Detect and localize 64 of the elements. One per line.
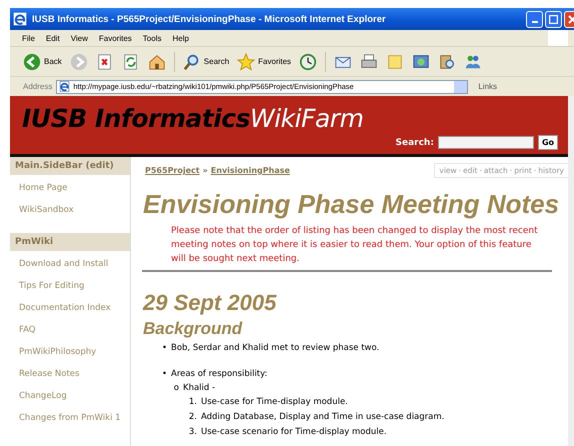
page-title: Envisioning Phase Meeting Notes <box>143 189 560 220</box>
list-item-text: Use-case for Time-display module. <box>201 396 348 409</box>
list-item-text: Khalid - <box>183 382 216 395</box>
go-button[interactable]: Go <box>538 135 558 150</box>
book-magnifier-icon[interactable] <box>438 52 456 70</box>
sidebar-link[interactable]: FAQ <box>10 319 130 341</box>
sidebar-link[interactable]: Documentation Index <box>10 297 130 319</box>
section-heading: Background <box>143 319 244 339</box>
star-icon <box>237 52 256 70</box>
list-marker: • <box>160 342 167 355</box>
media-icon[interactable] <box>412 52 430 70</box>
refresh-icon[interactable] <box>122 52 140 70</box>
maximize-icon <box>549 14 558 24</box>
list-marker: • <box>160 368 167 381</box>
list-marker: 1. <box>188 396 197 409</box>
search-icon <box>182 52 201 70</box>
favorites-button[interactable]: Favorites <box>237 52 292 70</box>
stop-icon[interactable] <box>96 52 114 70</box>
page-icon <box>59 81 70 92</box>
list-item-text: Adding Database, Display and Time in use-case diagram. <box>201 411 444 424</box>
list-marker: 2. <box>188 411 197 424</box>
sidebar-heading: PmWiki <box>10 233 130 251</box>
site-logo: IUSB InformaticsWikiFarm <box>22 104 364 133</box>
breadcrumb-separator: » <box>202 166 208 175</box>
address-label: Address <box>23 82 52 91</box>
sidebar-link[interactable]: ChangeLog <box>10 385 130 407</box>
list-item-text: Bob, Serdar and Khalid met to review phase two. <box>171 342 380 355</box>
house-icon[interactable] <box>148 52 166 70</box>
list-item-text: Use-case scenario for Time-display module. <box>201 426 387 439</box>
window-title: IUSB Informatics - P565Project/EnvisioningPhase - Microsoft Internet Explorer <box>32 14 387 24</box>
printer-icon[interactable] <box>360 52 378 70</box>
menu-item[interactable]: Tools <box>142 34 162 42</box>
menu-item[interactable]: Edit <box>46 34 60 42</box>
minimize-icon <box>532 21 538 23</box>
sidebar-link[interactable]: PmWikiPhilosophy <box>10 341 130 363</box>
sidebar-heading: Main.SideBar (edit) <box>10 157 130 175</box>
list-marker: o <box>172 382 179 395</box>
clock-icon[interactable] <box>299 52 318 70</box>
notice-text: Please note that the order of listing has been changed to display the most recent meeting notes on top where it is easier to read them. Your option of this feature will be sought next meeting. <box>171 225 538 266</box>
sidebar-link[interactable]: Tips For Editing <box>10 275 130 297</box>
edit-link[interactable]: edit <box>90 161 110 171</box>
breadcrumb-link[interactable]: EnvisioningPhase <box>210 166 290 175</box>
sidebar-link[interactable]: WikiSandbox <box>10 199 130 221</box>
sidebar-link[interactable]: Changes from PmWiki 1 <box>10 407 130 429</box>
maximize-button[interactable] <box>545 10 562 28</box>
menu-item[interactable]: Help <box>172 34 189 42</box>
links-button[interactable]: Links <box>478 82 498 91</box>
back-button[interactable]: Back <box>23 52 62 70</box>
date-heading: 29 Sept 2005 <box>143 290 278 316</box>
search-label: Search: <box>395 138 434 148</box>
menu-item[interactable]: Favorites <box>98 34 132 42</box>
browser-icon <box>13 12 27 26</box>
menu-item[interactable]: File <box>22 34 35 42</box>
people-icon[interactable] <box>464 52 482 70</box>
list-marker: 3. <box>188 426 197 439</box>
menu-item[interactable]: View <box>70 34 88 42</box>
sidebar-link[interactable]: Release Notes <box>10 363 130 385</box>
search-field[interactable] <box>438 136 534 149</box>
sidebar-link[interactable]: Download and Install <box>10 253 130 275</box>
minimize-button[interactable] <box>526 10 543 28</box>
breadcrumb-link[interactable]: P565Project <box>145 166 200 175</box>
search-button[interactable]: Search <box>182 52 230 70</box>
sidebar-link[interactable]: Home Page <box>10 177 130 199</box>
list-item-text: Areas of responsibility: <box>171 368 268 381</box>
